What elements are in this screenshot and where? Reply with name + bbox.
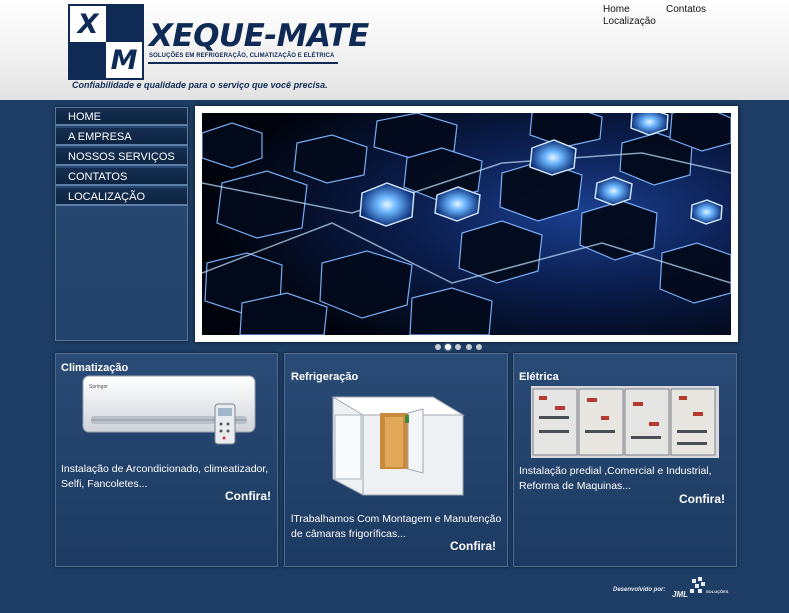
- air-conditioner-image: Springer: [82, 375, 256, 445]
- menu-item-contatos[interactable]: CONTATOS: [56, 168, 187, 186]
- brand-name: XEQUE-MATE: [149, 18, 369, 54]
- site-header: X M XEQUE-MATE SOLUÇÕES EM REFRIGERAÇÃO,…: [0, 0, 789, 100]
- panel-title: Elétrica: [519, 371, 559, 383]
- menu-item-nossos-servicos[interactable]: NOSSOS SERVIÇOS: [56, 148, 187, 166]
- developer-logo[interactable]: JML SOLUÇÕES: [672, 577, 734, 601]
- panel-title: Climatização: [61, 362, 129, 374]
- menu-item-a-empresa[interactable]: A EMPRESA: [56, 128, 187, 146]
- slider-dot[interactable]: [466, 344, 472, 350]
- tagline: Confiabilidade e qualidade para o serviç…: [72, 80, 328, 90]
- logo-mark[interactable]: X M: [68, 4, 144, 80]
- confira-link[interactable]: Confira!: [225, 489, 271, 503]
- panel-description: Instalação predial ,Comercial e Industri…: [519, 465, 712, 492]
- brand-subtitle: SOLUÇÕES EM REFRIGERAÇÃO, CLIMATIZAÇÃO E…: [149, 53, 335, 59]
- panel-description: Instalação de Arcondicionado, climeatiza…: [61, 463, 269, 490]
- sidebar-menu: HOME A EMPRESA NOSSOS SERVIÇOS CONTATOS …: [55, 107, 188, 341]
- hexagon-network-graphic: [202, 113, 731, 335]
- confira-link[interactable]: Confira!: [679, 492, 725, 506]
- slide-image-hexagon-network: [202, 113, 731, 335]
- logo-letter-x: X: [70, 6, 106, 42]
- top-link-contatos[interactable]: Contatos: [666, 4, 706, 15]
- slider-dot-active[interactable]: [445, 344, 451, 350]
- panel-description: lTrabalhamos Com Montagem e Manutenção d…: [291, 513, 502, 540]
- electrical-panels-image: [531, 386, 719, 458]
- brand-divider: [148, 62, 338, 64]
- menu-item-home[interactable]: HOME: [56, 108, 187, 126]
- svg-text:SOLUÇÕES: SOLUÇÕES: [706, 589, 729, 594]
- panel-eletrica: Elétrica Instalação predial ,Comercial e…: [513, 353, 737, 567]
- slider-dot[interactable]: [476, 344, 482, 350]
- top-link-localizacao[interactable]: Localização: [603, 16, 656, 27]
- top-link-home[interactable]: Home: [603, 4, 630, 15]
- panel-title: Refrigeração: [291, 371, 359, 383]
- logo-dark-square: [70, 42, 106, 78]
- logo-dark-square: [106, 6, 142, 42]
- slider-dot[interactable]: [455, 344, 461, 350]
- confira-link[interactable]: Confira!: [450, 539, 496, 553]
- menu-item-localizacao[interactable]: LOCALIZAÇÃO: [56, 188, 187, 206]
- image-slider[interactable]: [195, 106, 738, 342]
- slider-dot[interactable]: [435, 344, 441, 350]
- svg-text:Springer: Springer: [89, 384, 108, 390]
- developer-credit: Desenvolvido por:: [613, 587, 666, 593]
- panel-climatizacao: Climatização Springer Instalação de Arco…: [55, 353, 278, 567]
- logo-letter-m: M: [106, 42, 142, 78]
- panel-refrigeracao: Refrigeração lTrabalhamos Com Montagem e…: [284, 353, 508, 567]
- svg-text:JML: JML: [672, 590, 688, 599]
- cold-room-image: [331, 396, 465, 496]
